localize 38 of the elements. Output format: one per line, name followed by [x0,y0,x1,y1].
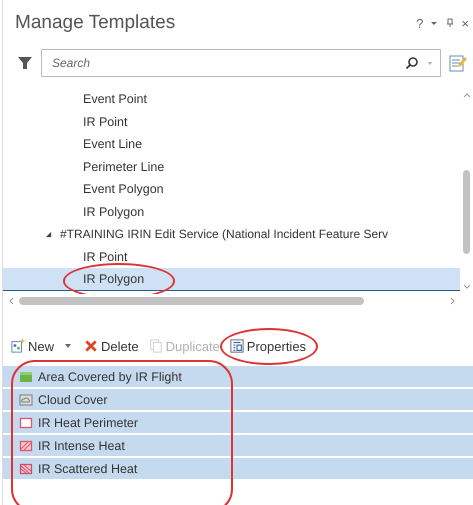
toolbar-button[interactable]: Properties [226,336,310,356]
template-item[interactable]: IR Heat Perimeter [3,412,473,435]
new-icon [11,339,25,353]
tree-item[interactable]: Perimeter Line [3,156,460,178]
close-button[interactable]: × [461,16,469,30]
expand-icon[interactable] [45,230,52,238]
cross-icon [84,339,98,353]
tree-group[interactable]: #TRAINING IRIN Edit Service (National Incident Feature Serv [60,227,388,242]
search-icon[interactable] [405,56,419,70]
tree-item[interactable]: Event Point [3,88,460,110]
chevron-right-icon[interactable] [449,297,457,305]
toolbar-button[interactable]: Delete [80,336,143,356]
scroll-thumb[interactable] [19,297,364,305]
tree-item[interactable]: IR Polygon [3,200,460,223]
properties-icon [230,339,244,353]
tree-item[interactable]: Event Polygon [3,178,460,200]
pin-icon [445,18,456,28]
help-button[interactable]: ? [416,16,424,30]
tree-item[interactable]: IR Point [3,110,460,133]
tree-item[interactable]: Event Line [3,133,460,156]
template-item[interactable]: Cloud Cover [3,389,473,412]
copy-icon [148,339,163,353]
scroll-thumb[interactable] [463,170,470,254]
tree-item[interactable]: IR Point [3,246,460,268]
chevron-up-icon[interactable] [462,91,470,99]
chevron-left-icon[interactable] [7,297,15,305]
edit-icon[interactable] [449,54,467,72]
caret-icon [64,342,72,350]
toolbar-button[interactable]: New [7,336,58,356]
chevron-down-icon[interactable] [462,283,470,291]
template-item[interactable]: IR Intense Heat [3,435,473,458]
template-item[interactable]: IR Scattered Heat [3,458,473,481]
filter-icon[interactable] [17,55,33,71]
template-item[interactable]: Area Covered by IR Flight [3,366,473,389]
tree-item[interactable]: IR Polygon [3,268,460,290]
window-title: Manage Templates [15,12,176,34]
search-field[interactable]: Search [41,49,441,77]
dropdown-icon[interactable] [426,59,434,67]
